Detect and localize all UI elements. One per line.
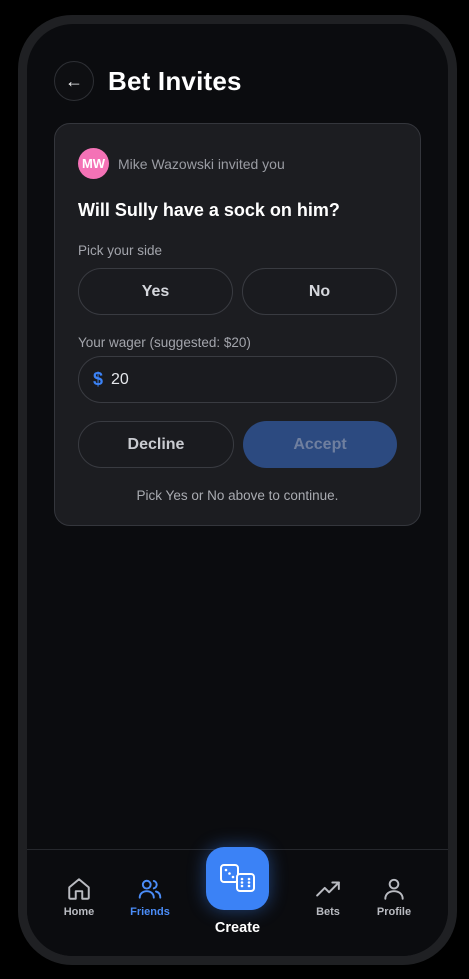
- create-label: Create: [214, 920, 261, 936]
- back-button[interactable]: ←: [54, 61, 94, 101]
- no-button[interactable]: No: [242, 268, 397, 315]
- dollar-icon: $: [93, 369, 104, 389]
- pick-side-label: Pick your side: [78, 243, 163, 258]
- create-button[interactable]: [206, 847, 269, 910]
- wager-label: Your wager (suggested: $20): [78, 335, 251, 350]
- wager-value: 20: [111, 370, 129, 388]
- inviter-row: MW Mike Wazowski invited you: [78, 148, 285, 179]
- page-title: Bet Invites: [108, 65, 242, 96]
- accept-button[interactable]: Accept: [243, 421, 397, 468]
- avatar: MW: [78, 148, 109, 179]
- decline-button[interactable]: Decline: [78, 421, 234, 468]
- bet-question: Will Sully have a sock on him?: [78, 200, 340, 220]
- yes-button[interactable]: Yes: [78, 268, 233, 315]
- wager-input[interactable]: $ 20: [78, 356, 397, 403]
- app-screen: ← Bet Invites MW Mike Wazowski invited y…: [27, 24, 448, 956]
- dice-icon: [219, 863, 255, 892]
- hint-text: Pick Yes or No above to continue.: [136, 488, 339, 503]
- page-header: ← Bet Invites: [54, 61, 242, 101]
- bet-invite-card: MW Mike Wazowski invited you Will Sully …: [54, 123, 421, 526]
- arrow-left-icon: ←: [65, 70, 83, 91]
- inviter-text: Mike Wazowski invited you: [118, 155, 285, 172]
- create-tab: Create: [27, 847, 448, 936]
- phone-frame: ← Bet Invites MW Mike Wazowski invited y…: [18, 15, 457, 965]
